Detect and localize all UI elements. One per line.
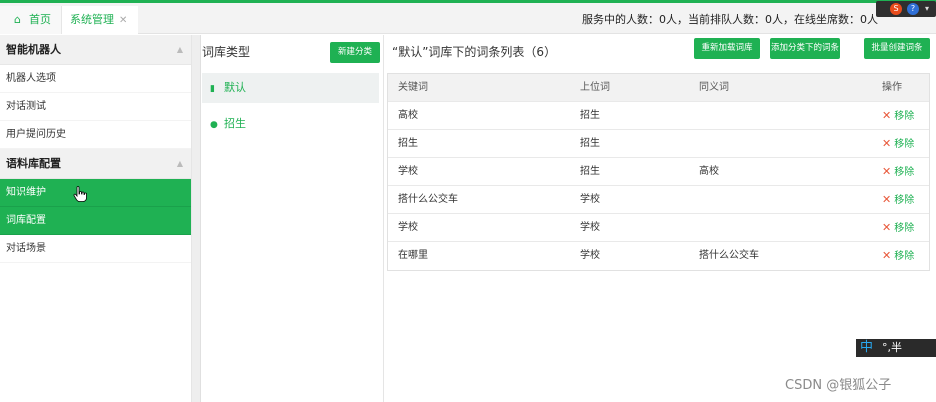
home-icon: ⌂ xyxy=(14,13,21,26)
batch-create-words-button[interactable]: 批量创建词条 xyxy=(864,38,930,59)
cell-hypernym: 招生 xyxy=(580,138,600,149)
tab-home-label: 首页 xyxy=(29,13,51,26)
book-icon: ▮ xyxy=(210,84,215,94)
remove-x-icon: ✕ xyxy=(882,249,892,262)
category-item-zhaosheng[interactable]: ● 招生 xyxy=(202,109,379,139)
cell-hypernym: 招生 xyxy=(580,110,600,121)
remove-label: 移除 xyxy=(894,195,915,206)
add-category-words-button[interactable]: 添加分类下的词条 xyxy=(770,38,840,59)
sidebar-item-question-history[interactable]: 用户提问历史 xyxy=(0,121,191,149)
remove-label: 移除 xyxy=(894,139,915,150)
tray-icons: S ? ▾ xyxy=(876,1,936,17)
word-list-title: “默认”词库下的词条列表（6） xyxy=(392,45,557,59)
service-status: 服务中的人数：0人，当前排队人数：0人，在线坐席数：0人 xyxy=(582,13,878,26)
cell-keyword: 搭什么公交车 xyxy=(398,194,458,205)
table-row: 学校 招生 高校 ✕ 移除 xyxy=(388,158,929,186)
cell-keyword: 学校 xyxy=(398,166,418,177)
table-header-row: 关键词 上位词 同义词 操作 xyxy=(388,74,929,102)
remove-label: 移除 xyxy=(894,251,915,262)
sidebar-item-robot-options[interactable]: 机器人选项 xyxy=(0,65,191,93)
cell-hypernym: 学校 xyxy=(580,250,600,261)
remove-x-icon: ✕ xyxy=(882,109,892,122)
sidebar-section-title: 智能机器人 xyxy=(6,43,61,56)
header-hypernym: 上位词 xyxy=(580,82,610,93)
cell-keyword: 在哪里 xyxy=(398,250,428,261)
header-action: 操作 xyxy=(882,82,902,93)
table-row: 高校 招生 ✕ 移除 xyxy=(388,102,929,130)
cell-hypernym: 学校 xyxy=(580,194,600,205)
ime-toolbar[interactable]: 中 °,半 xyxy=(856,339,936,357)
remove-label: 移除 xyxy=(894,111,915,122)
tab-system-label: 系统管理 xyxy=(70,13,114,26)
table-row: 学校 学校 ✕ 移除 xyxy=(388,214,929,242)
s-logo-icon[interactable]: S xyxy=(890,3,902,15)
help-icon[interactable]: ? xyxy=(907,3,919,15)
cell-synonym: 搭什么公交车 xyxy=(699,250,759,261)
sidebar-item-label: 用户提问历史 xyxy=(6,129,66,140)
watermark: CSDN @银狐公子 xyxy=(785,378,892,393)
cell-keyword: 高校 xyxy=(398,110,418,121)
remove-label: 移除 xyxy=(894,167,915,178)
category-panel-title: 词库类型 xyxy=(202,45,251,59)
cell-synonym: 高校 xyxy=(699,166,719,177)
sidebar-item-dialog-test[interactable]: 对话测试 xyxy=(0,93,191,121)
sidebar-item-label: 知识维护 xyxy=(6,187,46,198)
table-row: 搭什么公交车 学校 ✕ 移除 xyxy=(388,186,929,214)
cell-keyword: 招生 xyxy=(398,138,418,149)
reload-lexicon-button[interactable]: 重新加载词库 xyxy=(694,38,760,59)
remove-x-icon: ✕ xyxy=(882,193,892,206)
tab-system-management[interactable]: 系统管理 ✕ xyxy=(62,6,138,34)
word-table: 关键词 上位词 同义词 操作 高校 招生 ✕ 移除 招生 招生 ✕ 移除 学校 招生 高校 ✕ 移除 搭什… xyxy=(387,73,930,271)
more-icon[interactable]: ▾ xyxy=(922,3,932,15)
sidebar-item-knowledge[interactable]: 知识维护 xyxy=(0,179,191,207)
cell-keyword: 学校 xyxy=(398,222,418,233)
sidebar: 智能机器人 ▲ 机器人选项 对话测试 用户提问历史 语料库配置 ▲ 知识维护 词… xyxy=(0,35,192,402)
sidebar-item-label: 机器人选项 xyxy=(6,73,56,84)
new-category-button[interactable]: 新建分类 xyxy=(330,42,380,63)
remove-button[interactable]: ✕ 移除 xyxy=(882,186,914,215)
remove-button[interactable]: ✕ 移除 xyxy=(882,214,914,243)
users-icon: ● xyxy=(210,120,218,130)
header-synonym: 同义词 xyxy=(699,82,729,93)
remove-label: 移除 xyxy=(894,223,915,234)
remove-x-icon: ✕ xyxy=(882,221,892,234)
category-label: 招生 xyxy=(224,117,246,130)
remove-button[interactable]: ✕ 移除 xyxy=(882,242,914,271)
sidebar-item-label: 词库配置 xyxy=(6,215,46,226)
word-list-panel: “默认”词库下的词条列表（6） 重新加载词库 添加分类下的词条 批量创建词条 关… xyxy=(386,35,936,402)
remove-button[interactable]: ✕ 移除 xyxy=(882,130,914,159)
sidebar-item-lexicon[interactable]: 词库配置 xyxy=(0,207,191,235)
category-item-default[interactable]: ▮ 默认 xyxy=(202,73,379,103)
category-label: 默认 xyxy=(224,81,246,94)
sidebar-item-dialog-scene[interactable]: 对话场景 xyxy=(0,235,191,263)
hand-cursor-icon xyxy=(73,186,87,202)
collapse-caret-icon[interactable]: ▲ xyxy=(177,149,183,179)
collapse-caret-icon[interactable]: ▲ xyxy=(177,35,183,65)
tab-home[interactable]: ⌂ 首页 xyxy=(0,6,62,34)
tab-bar: ⌂ 首页 系统管理 ✕ 服务中的人数：0人，当前排队人数：0人，在线坐席数：0人 xyxy=(0,3,936,34)
sidebar-section-robot[interactable]: 智能机器人 ▲ xyxy=(0,35,191,65)
cell-hypernym: 招生 xyxy=(580,166,600,177)
table-row: 在哪里 学校 搭什么公交车 ✕ 移除 xyxy=(388,242,929,270)
sidebar-section-corpus[interactable]: 语料库配置 ▲ xyxy=(0,149,191,179)
remove-x-icon: ✕ xyxy=(882,165,892,178)
tab-close-icon[interactable]: ✕ xyxy=(119,15,127,26)
sidebar-section-title: 语料库配置 xyxy=(6,157,61,170)
category-panel: 词库类型 新建分类 ▮ 默认 ● 招生 xyxy=(202,35,384,402)
cell-hypernym: 学校 xyxy=(580,222,600,233)
sidebar-item-label: 对话测试 xyxy=(6,101,46,112)
remove-x-icon: ✕ xyxy=(882,137,892,150)
ime-mode[interactable]: 中 xyxy=(860,339,873,357)
table-row: 招生 招生 ✕ 移除 xyxy=(388,130,929,158)
header-keyword: 关键词 xyxy=(398,82,428,93)
ime-status: °,半 xyxy=(882,341,902,354)
remove-button[interactable]: ✕ 移除 xyxy=(882,158,914,187)
remove-button[interactable]: ✕ 移除 xyxy=(882,102,914,131)
sidebar-item-label: 对话场景 xyxy=(6,243,46,254)
sidebar-splitter[interactable] xyxy=(192,35,201,402)
